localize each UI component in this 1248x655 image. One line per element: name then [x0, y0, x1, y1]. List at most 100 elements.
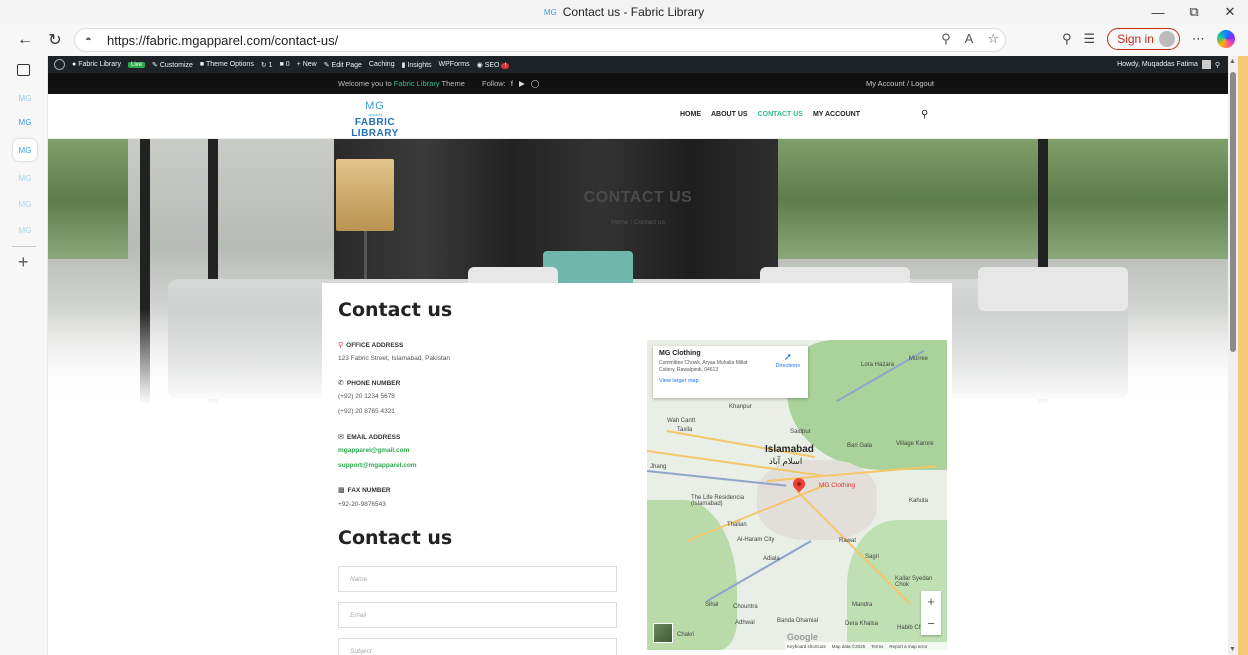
edit-icon: ✎ [323, 61, 330, 69]
google-map[interactable]: Murree Lora Hazara Khanpur Wah Cantt Tax… [647, 340, 947, 650]
admin-edit-page[interactable]: ✎ Edit Page [324, 61, 362, 69]
site-header: MG apparel FABRIC LIBRARY HOME ABOUT US … [48, 94, 1228, 139]
breadcrumb[interactable]: Home / Contact us [48, 219, 1228, 226]
map-label-taxila: Taxila [677, 427, 693, 433]
map-info-card: MG Clothing Committee Chowk, Aryaa Mohal… [653, 346, 808, 398]
admin-wpforms[interactable]: WPForms [439, 61, 470, 68]
admin-theme-options[interactable]: ■ Theme Options [200, 61, 254, 68]
map-label-chakri: Chakri [677, 632, 695, 638]
sidebar-tab-1[interactable]: MG [15, 90, 35, 106]
zoom-out-button[interactable]: − [921, 613, 941, 635]
admin-new[interactable]: + New [297, 61, 317, 68]
youtube-icon[interactable]: ▶ [519, 79, 525, 88]
minimize-icon[interactable]: — [1140, 0, 1176, 24]
email-link-2[interactable]: support@mgapparel.com [338, 462, 417, 469]
more-menu-icon[interactable]: ⋯ [1192, 31, 1205, 47]
view-larger-map-link[interactable]: View larger map [659, 378, 802, 384]
sidebar-tab-6[interactable]: MG [15, 222, 35, 238]
refresh-icon[interactable]: ↻ [42, 27, 68, 53]
admin-insights[interactable]: ▮ Insights [402, 61, 432, 69]
keyboard-shortcuts-link[interactable]: Keyboard shortcuts [787, 644, 826, 649]
email-input[interactable]: Email [338, 602, 617, 628]
name-input[interactable]: Name [338, 566, 617, 592]
read-aloud-icon[interactable]: A [965, 31, 974, 47]
back-arrow-icon[interactable]: ← [12, 27, 38, 53]
map-label-bari-gala: Bari Gala [847, 443, 873, 449]
admin-seo[interactable]: ◉ SEO ! [477, 61, 510, 69]
map-label-sihal: Sihal [705, 602, 719, 608]
map-label-chountra: Chountra [733, 604, 758, 610]
extensions-icon[interactable]: ⚲ [1062, 31, 1072, 47]
directions-button[interactable]: ➚ Directions [776, 352, 800, 369]
admin-site-name[interactable]: ● Fabric Library [72, 61, 121, 68]
google-logo: Google [787, 632, 818, 642]
page-scrollbar[interactable]: ▲ ▼ [1228, 56, 1238, 655]
satellite-toggle-thumbnail[interactable] [653, 623, 673, 643]
favorite-star-icon[interactable]: ☆ [987, 31, 999, 47]
sign-in-button[interactable]: Sign in [1107, 28, 1180, 50]
tab-actions-icon[interactable] [17, 64, 30, 76]
avatar-icon [1158, 31, 1175, 47]
howdy-text: Howdy, Muqaddas Fatima [1117, 61, 1198, 68]
window-title: Contact us - Fabric Library [562, 5, 705, 19]
copilot-icon[interactable] [1216, 30, 1235, 48]
scrollbar-thumb[interactable] [1230, 72, 1236, 352]
follow-links: Follow: f ▶ ◯ [482, 79, 540, 88]
site-info-icon[interactable]: ◓ [85, 33, 99, 47]
instagram-icon[interactable]: ◯ [531, 79, 539, 88]
contact-heading: Contact us [338, 299, 453, 321]
scroll-down-icon[interactable]: ▼ [1229, 646, 1236, 653]
sidebar-tab-active[interactable]: MG [13, 139, 37, 161]
map-label-thalian: Thalian [727, 522, 747, 528]
wordpress-logo-icon[interactable] [54, 59, 65, 70]
my-account-logout-link[interactable]: My Account / Logout [866, 79, 934, 88]
zoom-in-button[interactable]: + [921, 591, 941, 613]
menu-about-us[interactable]: ABOUT US [711, 111, 748, 118]
web-page: ● Fabric Library Live ✎ Customize ■ Them… [48, 56, 1228, 655]
subject-input[interactable]: Subject [338, 638, 617, 655]
admin-search-icon[interactable]: ⚲ [1215, 61, 1220, 69]
facebook-icon[interactable]: f [511, 79, 513, 88]
admin-account[interactable]: Howdy, Muqaddas Fatima ⚲ [1117, 56, 1220, 73]
report-map-error-link[interactable]: Report a map error [889, 644, 927, 649]
menu-contact-us[interactable]: CONTACT US [758, 111, 803, 118]
phone-number-2: (+92) 20 8765 4321 [338, 408, 395, 415]
pillow [978, 267, 1128, 311]
welcome-brand-link[interactable]: Fabric Library [394, 79, 440, 88]
sidebar-tab-2[interactable]: MG [15, 114, 35, 130]
email-link-1[interactable]: mgapparel@gmail.com [338, 447, 409, 454]
main-menu: HOME ABOUT US CONTACT US MY ACCOUNT [680, 111, 860, 118]
site-logo[interactable]: MG apparel FABRIC LIBRARY [340, 100, 410, 139]
admin-customize[interactable]: ✎ Customize [152, 61, 193, 69]
admin-caching[interactable]: Caching [369, 61, 395, 68]
email-address-label: ✉ EMAIL ADDRESS [338, 433, 401, 442]
zoom-icon[interactable]: ⚲ [941, 31, 951, 47]
favorites-icon[interactable]: ☰ [1084, 31, 1096, 47]
scroll-up-icon[interactable]: ▲ [1229, 58, 1236, 65]
sign-in-label: Sign in [1117, 32, 1154, 46]
phone-number-label: ✆ PHONE NUMBER [338, 379, 401, 388]
restore-icon[interactable]: ⧉ [1176, 0, 1212, 24]
admin-updates[interactable]: ↻ 1 [261, 61, 273, 69]
sidebar-tab-4[interactable]: MG [15, 170, 35, 186]
map-place-address: Committee Chowk, Aryaa Mohalla Millat Co… [659, 360, 748, 373]
home-icon: ● [72, 61, 77, 68]
menu-home[interactable]: HOME [680, 111, 701, 118]
new-tab-plus-icon[interactable]: + [18, 252, 29, 273]
admin-comments[interactable]: ■ 0 [280, 61, 290, 68]
header-search-icon[interactable]: ⚲ [921, 109, 928, 120]
right-edge-strip [1238, 56, 1248, 655]
close-window-icon[interactable]: ✕ [1212, 0, 1248, 24]
wp-admin-bar: ● Fabric Library Live ✎ Customize ■ Them… [48, 56, 1228, 73]
map-label-banda-dhamial: Banda Dhamial [777, 618, 819, 624]
sidebar-tab-5[interactable]: MG [15, 196, 35, 212]
seo-alert-badge: ! [501, 62, 510, 69]
hero-title: CONTACT US [583, 189, 693, 206]
url-field[interactable]: ◓ https://fabric.mgapparel.com/contact-u… [74, 28, 1006, 52]
map-label-mg-clothing[interactable]: MG Clothing [819, 482, 855, 489]
terms-link[interactable]: Terms [871, 644, 883, 649]
map-label-saidpur: Saidpur [790, 429, 811, 435]
window-title-bar: MG Contact us - Fabric Library — ⧉ ✕ [0, 0, 1248, 24]
sidebar-divider [12, 246, 36, 247]
menu-my-account[interactable]: MY ACCOUNT [813, 111, 860, 118]
